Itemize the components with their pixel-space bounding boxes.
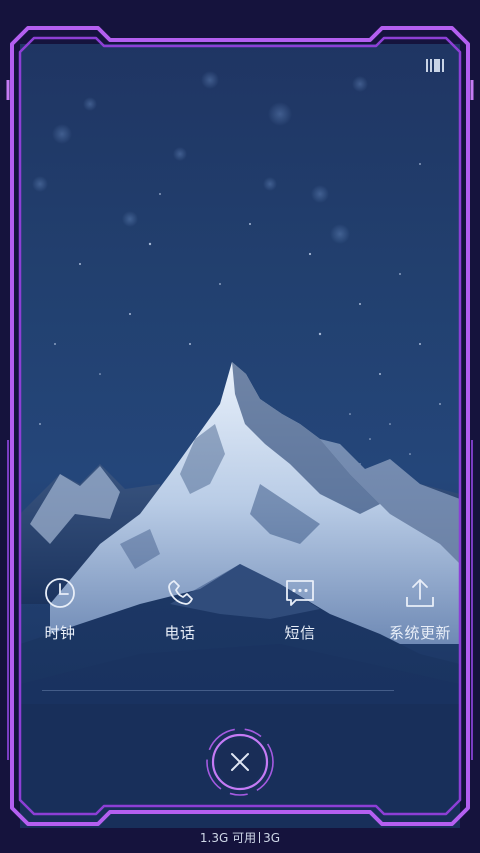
close-button[interactable]: [204, 726, 276, 798]
message-icon: [286, 580, 314, 606]
storage-available: 1.3G 可用: [199, 831, 257, 845]
app-messages[interactable]: 短信: [252, 576, 348, 643]
app-clock[interactable]: 时钟: [12, 576, 108, 643]
app-phone-label: 电话: [164, 624, 196, 642]
overview-icon[interactable]: [426, 58, 444, 73]
app-messages-label: 短信: [284, 624, 316, 642]
wallpaper-screen: [20, 44, 460, 828]
app-system-update-label: 系统更新: [388, 624, 451, 642]
upload-icon: [406, 579, 434, 607]
status-separator: [259, 832, 261, 843]
clock-icon: [45, 578, 75, 608]
status-bar: 1.3G 可用 3G: [0, 827, 480, 849]
app-clock-label: 时钟: [44, 624, 76, 642]
app-phone[interactable]: 电话: [132, 576, 228, 643]
phone-icon: [168, 580, 193, 605]
app-system-update[interactable]: 系统更新: [372, 576, 468, 643]
divider: [42, 690, 394, 691]
network-type: 3G: [263, 831, 281, 845]
wallpaper-mountain-image: [20, 71, 460, 828]
lock-screen: 时钟 电话 短信 系统更新 1.3G 可用 3G: [0, 0, 480, 853]
